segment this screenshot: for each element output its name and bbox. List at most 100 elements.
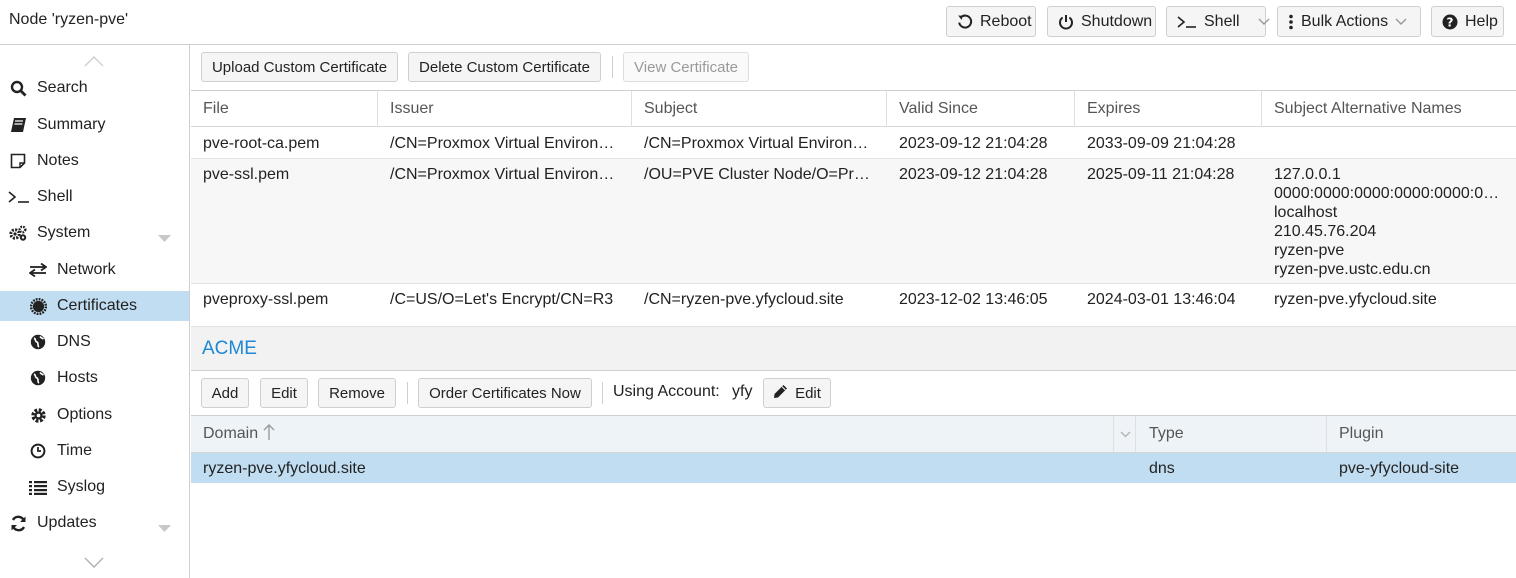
note-icon (9, 152, 27, 170)
san-entry: 127.0.0.1 (1274, 166, 1341, 183)
table-row[interactable]: pveproxy-ssl.pem /C=US/O=Let's Encrypt/C… (191, 284, 1516, 326)
chevron-up-icon[interactable] (84, 54, 104, 72)
toolbar-separator (602, 382, 603, 404)
search-icon (9, 79, 27, 97)
cell-plugin: pve-yfycloud-site (1339, 460, 1460, 477)
certificate-icon (29, 297, 47, 315)
toolbar-separator (407, 382, 408, 404)
sort-ascending-icon (263, 423, 275, 446)
sidebar-item-label: Time (57, 442, 92, 459)
sidebar-item-shell[interactable]: Shell (0, 182, 189, 212)
edit-button[interactable]: Edit (260, 378, 308, 408)
acme-title: ACME (202, 338, 257, 359)
cell-expires: 2025-09-11 21:04:28 (1087, 166, 1235, 183)
exchange-icon (29, 261, 47, 279)
san-entry: ryzen-pve.ustc.edu.cn (1274, 261, 1431, 278)
refresh-icon (9, 514, 27, 532)
san-entry: ryzen-pve.yfycloud.site (1274, 291, 1437, 308)
book-icon (9, 116, 27, 134)
power-icon (1058, 14, 1074, 30)
chevron-down-icon (1395, 18, 1407, 26)
sidebar-item-search[interactable]: Search (0, 73, 189, 103)
sidebar-item-label: Network (57, 261, 116, 278)
main-panel: Upload Custom Certificate Delete Custom … (191, 45, 1516, 578)
shutdown-label: Shutdown (1081, 12, 1153, 30)
reboot-label: Reboot (980, 12, 1032, 30)
sidebar-item-label: Summary (37, 116, 106, 133)
gear-icon (29, 406, 47, 424)
column-header-subject-alternative-names[interactable]: Subject Alternative Names (1262, 91, 1516, 127)
globe-icon (29, 333, 47, 351)
sidebar-item-updates[interactable]: Updates (0, 508, 189, 538)
account-value: yfy (732, 383, 753, 400)
column-header-domain-label: Domain (203, 425, 259, 442)
svg-text:?: ? (1447, 15, 1454, 29)
chevron-down-icon[interactable] (1258, 18, 1270, 26)
sidebar-item-label: System (37, 224, 91, 241)
cell-file: pveproxy-ssl.pem (203, 291, 329, 308)
table-row[interactable]: ryzen-pve.yfycloud.site dns pve-yfycloud… (191, 453, 1516, 483)
column-header-domain[interactable]: Domain (191, 416, 1136, 452)
sidebar-item-notes[interactable]: Notes (0, 146, 189, 176)
cell-issuer: /CN=Proxmox Virtual Environ… (390, 166, 615, 183)
san-entry: 0000:0000:0000:0000:0000:0… (1274, 185, 1500, 202)
remove-button[interactable]: Remove (318, 378, 396, 408)
sidebar-item-system[interactable]: System (0, 218, 189, 248)
sidebar-item-options[interactable]: Options (0, 400, 189, 430)
sidebar-item-dns[interactable]: DNS (0, 327, 189, 357)
cell-domain: ryzen-pve.yfycloud.site (203, 460, 366, 477)
collapse-caret-icon[interactable] (158, 519, 171, 537)
shell-button[interactable]: Shell (1166, 6, 1270, 37)
table-row[interactable]: pve-ssl.pem /CN=Proxmox Virtual Environ…… (191, 159, 1516, 284)
cell-subject: /CN=Proxmox Virtual Environ… (644, 135, 869, 152)
column-header-issuer[interactable]: Issuer (378, 91, 632, 127)
acme-toolbar: Add Edit Remove Order Certificates Now U… (191, 371, 1516, 416)
account-edit-button[interactable]: Edit (763, 378, 831, 408)
upload-custom-certificate-button[interactable]: Upload Custom Certificate (201, 52, 398, 82)
delete-custom-certificate-button[interactable]: Delete Custom Certificate (408, 52, 601, 82)
cell-file: pve-ssl.pem (203, 166, 290, 183)
help-label: Help (1465, 12, 1498, 30)
question-circle-icon: ? (1442, 14, 1458, 30)
cell-valid-since: 2023-09-12 21:04:28 (899, 166, 1048, 183)
sidebar-item-network[interactable]: Network (0, 255, 189, 285)
chevron-down-icon[interactable] (84, 556, 104, 574)
column-header-expires[interactable]: Expires (1075, 91, 1262, 127)
column-header-valid-since[interactable]: Valid Since (887, 91, 1075, 127)
column-header-plugin[interactable]: Plugin (1327, 416, 1516, 452)
account-edit-label: Edit (795, 384, 821, 402)
gears-icon (9, 224, 27, 242)
help-button[interactable]: ? Help (1431, 6, 1504, 37)
sidebar-item-label: Options (57, 406, 113, 423)
cell-valid-since: 2023-09-12 21:04:28 (899, 135, 1048, 152)
column-header-subject[interactable]: Subject (632, 91, 887, 127)
certificate-toolbar: Upload Custom Certificate Delete Custom … (191, 45, 1516, 91)
chevron-down-icon (1120, 425, 1131, 443)
column-menu-trigger[interactable] (1113, 416, 1137, 452)
cell-type: dns (1149, 460, 1175, 477)
sidebar-item-certificates[interactable]: Certificates (0, 291, 189, 321)
cell-issuer: /CN=Proxmox Virtual Environ… (390, 135, 615, 152)
cell-subject-alternative-names: 127.0.0.1 0000:0000:0000:0000:0000:0… lo… (1262, 165, 1508, 279)
shutdown-button[interactable]: Shutdown (1047, 6, 1156, 37)
column-header-type[interactable]: Type (1137, 416, 1327, 452)
order-certificates-now-button[interactable]: Order Certificates Now (418, 378, 592, 408)
sidebar-item-hosts[interactable]: Hosts (0, 363, 189, 393)
view-certificate-button[interactable]: View Certificate (623, 52, 749, 82)
sidebar-item-syslog[interactable]: Syslog (0, 472, 189, 502)
sidebar-item-label: Shell (37, 188, 73, 205)
cell-subject: /OU=PVE Cluster Node/O=Pr… (644, 166, 870, 183)
globe-icon (29, 369, 47, 387)
collapse-caret-icon[interactable] (158, 229, 171, 247)
terminal-icon (1177, 15, 1197, 29)
sidebar-item-time[interactable]: Time (0, 436, 189, 466)
column-header-file[interactable]: File (191, 91, 378, 127)
bulk-actions-button[interactable]: Bulk Actions (1277, 6, 1421, 37)
add-button[interactable]: Add (201, 378, 249, 408)
sidebar-item-summary[interactable]: Summary (0, 110, 189, 140)
san-entry: localhost (1274, 204, 1338, 221)
shell-label: Shell (1204, 12, 1240, 30)
cell-subject-alternative-names: ryzen-pve.yfycloud.site (1262, 290, 1508, 309)
reboot-button[interactable]: Reboot (946, 6, 1036, 37)
table-row[interactable]: pve-root-ca.pem /CN=Proxmox Virtual Envi… (191, 128, 1516, 159)
